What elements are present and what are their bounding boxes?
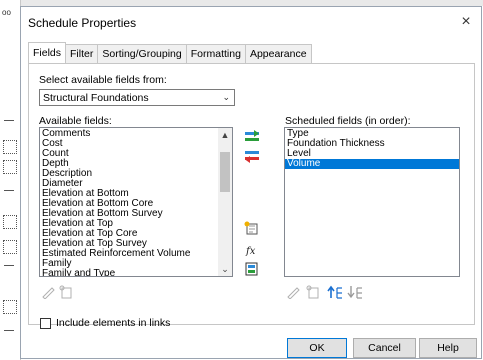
calculated-value-icon[interactable]: fx [244,243,260,257]
remove-field-icon[interactable] [244,149,260,163]
select-fields-label: Select available fields from: [39,74,167,86]
scroll-down-icon[interactable]: ⌄ [218,262,232,276]
available-fields-scrollbar[interactable]: ▲ ⌄ [218,128,232,276]
tab-strip: Fields Filter Sorting/Grouping Formattin… [28,42,312,63]
available-fields-list[interactable]: Comments Cost Count Depth Description Diamete… [39,127,233,277]
available-field-item[interactable]: Count [40,149,232,159]
move-up-icon[interactable] [327,285,343,299]
scheduled-field-item[interactable]: Volume [285,159,459,169]
tab-fields[interactable]: Fields [28,42,67,63]
close-button[interactable]: × [457,13,475,31]
scheduled-field-item[interactable]: Foundation Thickness [285,139,459,149]
edit-scheduled-field-icon[interactable] [285,285,301,299]
dialog-title: Schedule Properties [28,16,137,30]
tab-sorting-grouping[interactable]: Sorting/Grouping [97,44,187,63]
tab-appearance[interactable]: Appearance [244,44,312,63]
include-links-checkbox[interactable] [40,318,51,329]
ok-button[interactable]: OK [287,338,347,358]
title-bar: Schedule Properties × [21,7,481,37]
add-parameter-icon[interactable] [244,221,260,235]
background-canvas-text: oo [2,8,11,17]
add-field-icon[interactable] [244,130,260,144]
edit-field-icon[interactable] [40,285,56,299]
scroll-thumb[interactable] [220,152,230,192]
available-field-item[interactable]: Family and Type [40,269,232,277]
include-links-label: Include elements in links [56,317,171,329]
svg-text:fx: fx [245,246,256,257]
tab-filter[interactable]: Filter [65,44,99,63]
fields-panel: Select available fields from: Structural… [28,63,475,329]
scheduled-fields-label: Scheduled fields (in order): [285,115,411,127]
scheduled-fields-list[interactable]: Type Foundation Thickness Level Volume [284,127,460,277]
combine-parameters-icon[interactable] [244,262,260,276]
help-button[interactable]: Help [419,338,477,358]
available-field-item[interactable]: Comments [40,129,232,139]
category-select[interactable]: Structural Foundations ⌄ [39,89,235,106]
cancel-button[interactable]: Cancel [353,338,416,358]
available-fields-label: Available fields: [39,115,112,127]
schedule-properties-dialog: Schedule Properties × Fields Filter Sort… [20,6,482,359]
delete-scheduled-field-icon[interactable] [305,285,321,299]
chevron-down-icon: ⌄ [222,92,230,102]
category-select-value: Structural Foundations [43,92,149,104]
tab-formatting[interactable]: Formatting [185,44,246,63]
scroll-up-icon[interactable]: ▲ [218,128,232,142]
delete-field-icon[interactable] [58,285,74,299]
move-down-icon[interactable] [347,285,363,299]
background-canvas: oo [0,0,21,360]
